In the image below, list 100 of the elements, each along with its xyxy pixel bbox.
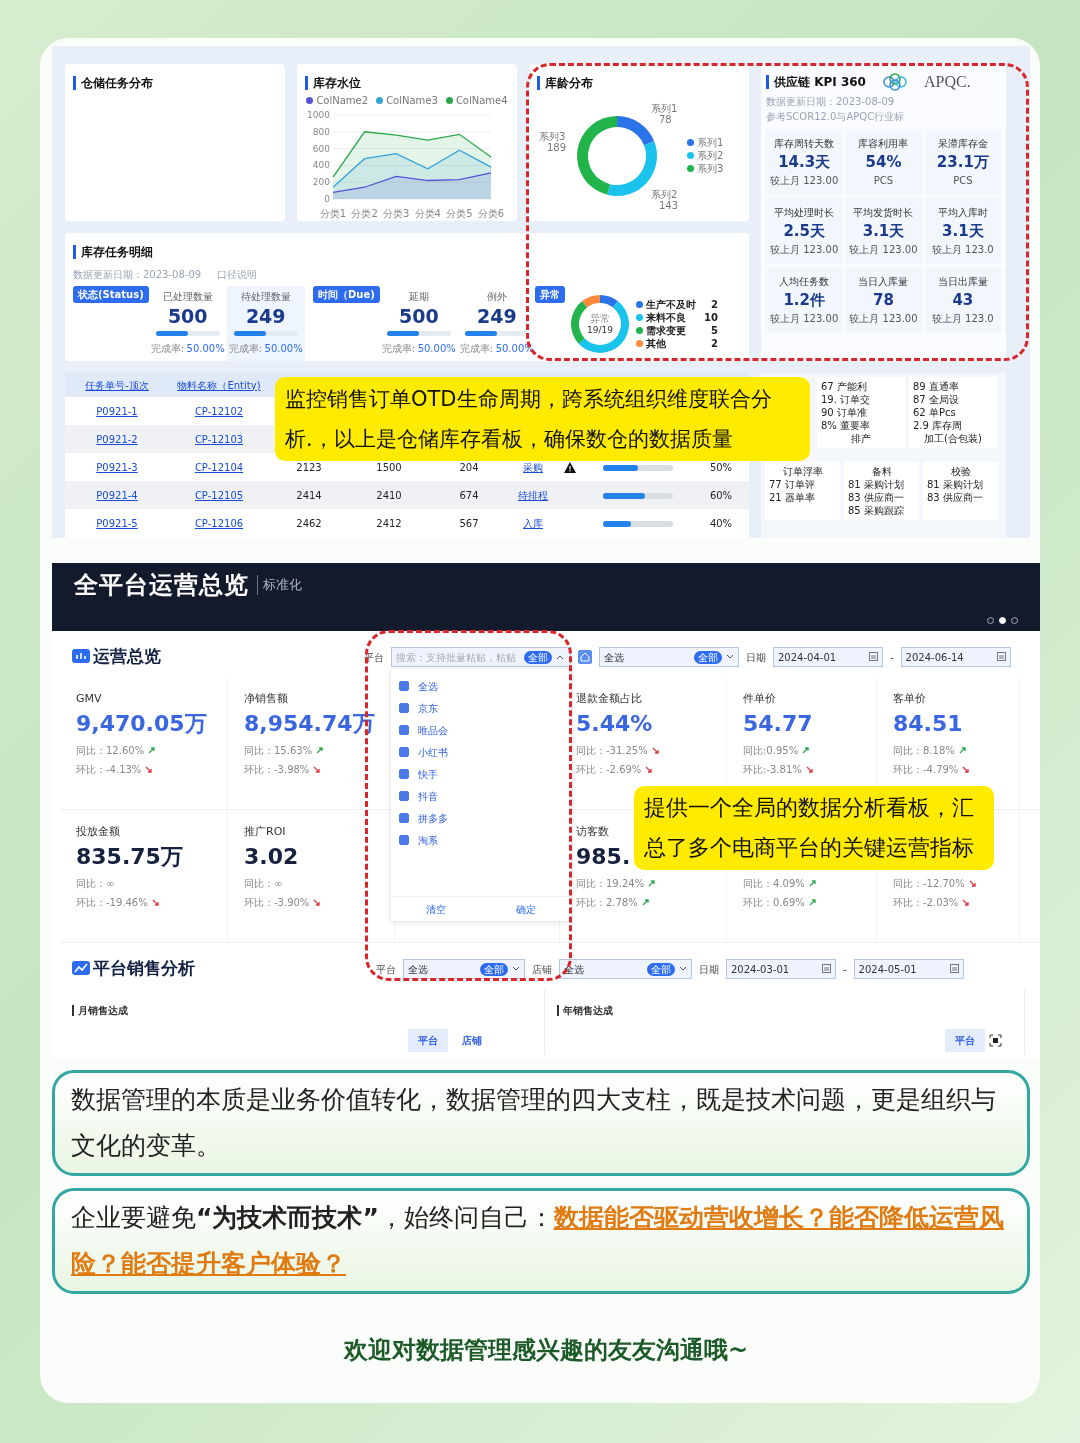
legend-label: ColName4 xyxy=(455,94,508,107)
checkbox[interactable] xyxy=(399,769,409,779)
stat-card[interactable]: 待处理数量 249 完成率: 50.00% xyxy=(226,286,305,361)
panel-title: 年销售达成 xyxy=(557,1005,613,1016)
section-title: 平台销售分析 xyxy=(72,956,364,982)
comparison-text: 环比:-3.81% xyxy=(743,763,802,777)
tag: 全部 xyxy=(524,650,552,664)
node-text: 62 单Pcs xyxy=(913,406,957,419)
tag: 时间（Due) xyxy=(313,286,380,303)
panel-title: 库存任务明细 xyxy=(73,245,153,259)
legend-swatch xyxy=(687,164,694,172)
tab[interactable]: 店铺 xyxy=(452,1029,492,1052)
material-link[interactable]: CP-12104 xyxy=(194,461,244,473)
comparison-text: 同比：∞ xyxy=(244,877,283,891)
legend-swatch xyxy=(636,326,643,334)
kpi-value: 1.2件 xyxy=(782,290,826,311)
legend-value: 5 xyxy=(710,323,718,337)
kpi-value: 3.1天 xyxy=(861,221,906,242)
axis-label: 分类2 xyxy=(351,208,378,219)
comparison-text: 同比：8.18% xyxy=(893,744,955,758)
checkbox[interactable] xyxy=(399,747,409,757)
dropdown-option[interactable]: 京东 xyxy=(391,697,571,719)
checkbox[interactable] xyxy=(399,725,409,735)
comparison-text: 同比：19.24% xyxy=(576,877,645,891)
dashboard-title: 全平台运营总览 xyxy=(74,570,249,601)
confirm-button[interactable]: 确定 xyxy=(481,897,571,921)
legend-swatch xyxy=(687,138,694,146)
stat-value: 249 xyxy=(475,304,518,328)
dropdown-option[interactable]: 抖音 xyxy=(391,785,571,807)
task-link[interactable]: P0921-1 xyxy=(96,405,138,417)
data-label: 143 xyxy=(659,200,679,211)
caret-icon xyxy=(726,654,734,660)
task-link[interactable]: P0921-2 xyxy=(96,433,138,445)
metric-label: 净销售额 xyxy=(244,691,289,707)
stat-value: 500 xyxy=(166,304,209,328)
kpi-label: 呆滞库存金 xyxy=(936,137,989,151)
checkbox[interactable] xyxy=(399,681,409,691)
tab[interactable]: 平台 xyxy=(945,1029,985,1052)
dropdown-option[interactable]: 淘系 xyxy=(391,829,571,851)
kpi-sub: 较上月 123.0 xyxy=(930,243,995,257)
dropdown-option[interactable]: 全选 xyxy=(391,675,571,697)
metric-label: 推广ROI xyxy=(244,824,287,840)
task-link[interactable]: P0921-5 xyxy=(96,517,138,529)
node-heading: 校验 xyxy=(949,465,972,478)
date-separator: - xyxy=(843,962,847,977)
checkbox[interactable] xyxy=(399,813,409,823)
kpi-sub: 较上月 123.00 xyxy=(769,174,840,188)
rate-label: 完成率: xyxy=(381,342,416,356)
clear-button[interactable]: 清空 xyxy=(391,897,481,921)
date-field[interactable]: 2024-03-01 xyxy=(726,959,836,979)
material-link[interactable]: CP-12102 xyxy=(194,405,244,417)
node-text: 2.9 库存周 xyxy=(913,419,964,432)
metric-value: 54.77 xyxy=(743,710,813,738)
stat-card[interactable]: 延期 500 完成率: 50.00% xyxy=(379,286,458,361)
checkbox[interactable] xyxy=(399,791,409,801)
panel-title: 供应链 KPI 360 xyxy=(766,75,866,89)
legend-swatch xyxy=(376,97,384,104)
stage-link[interactable]: 入库 xyxy=(523,517,543,529)
metric-value: 3.02 xyxy=(244,843,299,871)
legend-label: ColName3 xyxy=(386,94,438,107)
select-field[interactable]: 全选 全部 xyxy=(403,959,525,979)
legend-label: 来料不良 xyxy=(646,310,686,324)
kpi-value: 14.3天 xyxy=(777,152,832,173)
table-cell: 2414 xyxy=(296,489,322,501)
rate-label: 完成率: xyxy=(459,342,494,356)
stage-link[interactable]: 采购 xyxy=(523,461,543,473)
date-field[interactable]: 2024-06-14 xyxy=(900,647,1011,667)
dropdown-option[interactable]: 小红书 xyxy=(391,741,571,763)
stat-card[interactable]: 已处理数量 500 完成率: 50.00% xyxy=(148,286,227,361)
node-text: 8% 董要率 xyxy=(821,419,872,432)
tab[interactable]: 平台 xyxy=(408,1029,448,1052)
kpi-value: 23.1万 xyxy=(935,152,990,173)
select-field[interactable]: 全选 全部 xyxy=(599,647,739,667)
comparison-text: 同比:0.95% xyxy=(743,744,799,758)
dropdown-option[interactable]: 唯品会 xyxy=(391,719,571,741)
kpi-label: 当日出库量 xyxy=(936,275,989,289)
node-heading: 备料 xyxy=(870,465,893,478)
checkbox[interactable] xyxy=(399,703,409,713)
table-cell: 2462 xyxy=(296,517,322,529)
comparison-text: 环比：-4.79% xyxy=(893,763,959,777)
date-field[interactable]: 2024-04-01 xyxy=(773,647,883,667)
material-link[interactable]: CP-12106 xyxy=(194,517,244,529)
legend-label: ColName2 xyxy=(316,94,369,107)
task-link[interactable]: P0921-4 xyxy=(96,489,138,501)
task-link[interactable]: P0921-3 xyxy=(96,461,138,473)
checkbox[interactable] xyxy=(399,835,409,845)
comparison-text: 环比：-2.69% xyxy=(576,763,642,777)
dropdown-option[interactable]: 快手 xyxy=(391,763,571,785)
comparison-text: 环比：-3.98% xyxy=(244,763,310,777)
axis-label: 0 xyxy=(324,194,330,204)
legend-label: 生产不及时 xyxy=(646,297,696,311)
update-date: 数据更新日期：2023-08-09 xyxy=(73,268,202,282)
dropdown-option[interactable]: 拼多多 xyxy=(391,807,571,829)
note-paragraph: 数据管理的本质是业务价值转化，数据管理的四大支柱，既是技术问题，更是组织与文化的变革。 xyxy=(52,1070,1030,1176)
metric-label: 客单价 xyxy=(893,691,927,707)
node-text: 85 采购跟踪 xyxy=(848,504,905,517)
stat-card[interactable]: 例外 249 完成率: 50.00% xyxy=(457,286,536,361)
axis-label: 600 xyxy=(312,143,330,154)
search-field[interactable]: 搜索：支持批量粘贴，粘贴 全部 xyxy=(391,647,571,667)
date-field[interactable]: 2024-05-01 xyxy=(853,959,964,979)
